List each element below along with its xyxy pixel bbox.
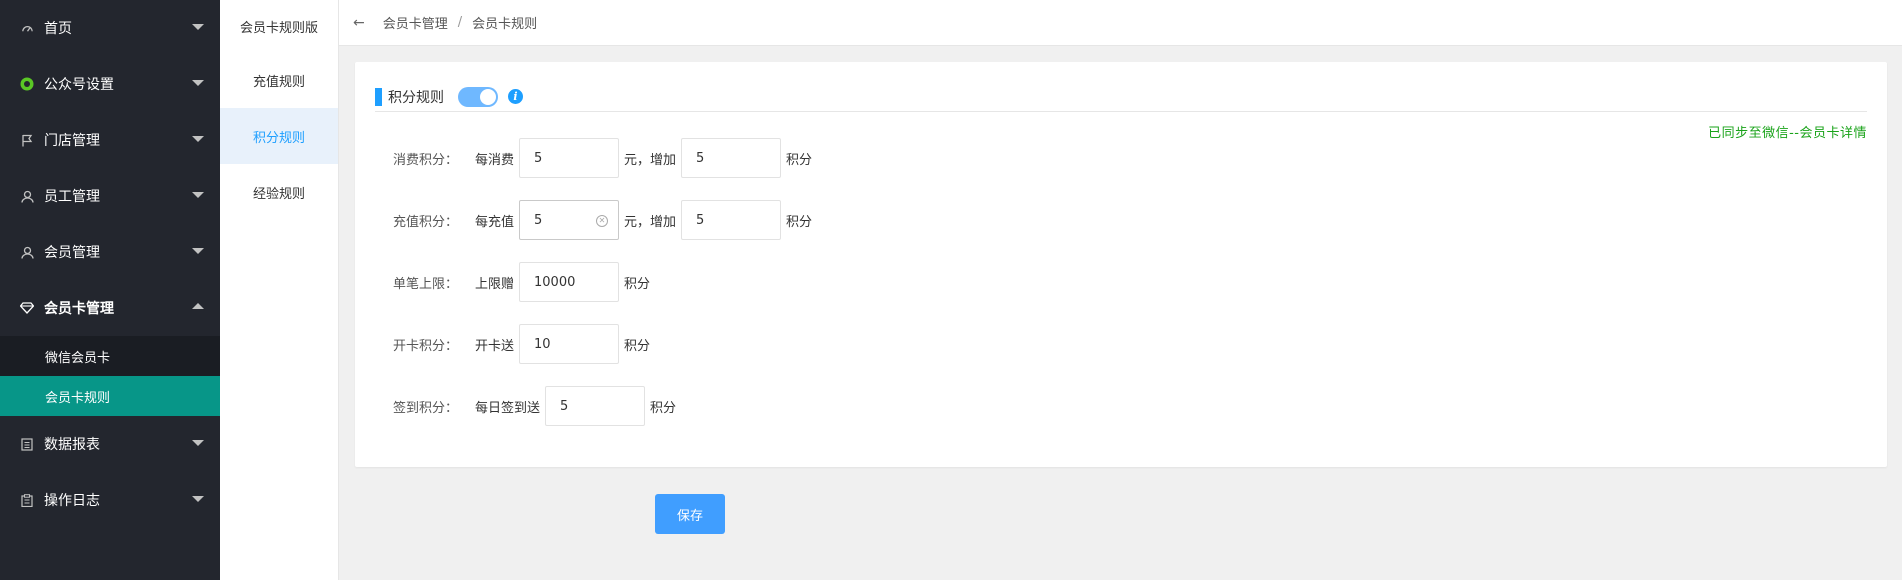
chevron-down-icon (192, 24, 204, 30)
single-limit-row: 单笔上限： 上限赠 10000 积分 (393, 262, 655, 302)
single-limit-input[interactable]: 10000 (519, 262, 620, 302)
row-prefix: 上限赠 (475, 276, 515, 292)
chevron-down-icon (192, 80, 204, 86)
chevron-down-icon (192, 496, 204, 502)
chevron-down-icon (192, 192, 204, 198)
row-mid: 元，增加 (624, 152, 677, 168)
clear-icon[interactable]: ✕ (596, 215, 609, 227)
breadcrumb: ← 会员卡管理 / 会员卡规则 (339, 0, 1902, 46)
row-label: 单笔上限： (393, 276, 459, 292)
input-value: 5 (534, 212, 543, 228)
title-accent-bar (375, 87, 382, 106)
input-value: 5 (696, 150, 705, 166)
row-prefix: 每日签到送 (475, 400, 541, 416)
recharge-points-row: 充值积分： 每充值 5 ✕ 元，增加 5 积分 (393, 200, 817, 240)
row-prefix: 每消费 (475, 152, 515, 168)
tab-points-rules[interactable]: 积分规则 (220, 108, 338, 164)
breadcrumb-parent[interactable]: 会员卡管理 (383, 13, 448, 32)
nav-sub-label: 微信会员卡 (45, 350, 111, 366)
chevron-down-icon (192, 248, 204, 254)
nav-label: 会员卡管理 (44, 301, 114, 317)
nav-label: 门店管理 (44, 133, 100, 149)
row-prefix: 每充值 (475, 214, 515, 230)
wechat-icon (20, 77, 34, 91)
arrow-left-icon[interactable]: ← (353, 15, 365, 31)
row-suffix: 积分 (786, 152, 813, 168)
nav-sub-card-rules[interactable]: 会员卡规则 (0, 376, 220, 416)
checkin-points-row: 签到积分： 每日签到送 5 积分 (393, 386, 681, 426)
nav-label: 数据报表 (44, 437, 100, 453)
nav-store-management[interactable]: 门店管理 (0, 112, 220, 168)
nav-sub-wechat-card[interactable]: 微信会员卡 (0, 336, 220, 376)
secondary-nav: 会员卡规则版 充值规则 积分规则 经验规则 (220, 0, 339, 580)
tab-recharge-rules[interactable]: 充值规则 (220, 52, 338, 108)
breadcrumb-separator: / (457, 15, 463, 30)
consume-amount-input[interactable]: 5 (519, 138, 620, 178)
row-suffix: 积分 (624, 338, 651, 354)
nav-member-management[interactable]: 会员管理 (0, 224, 220, 280)
nav-label: 公众号设置 (44, 77, 114, 93)
row-suffix: 积分 (624, 276, 651, 292)
card-header: 积分规则 i (375, 82, 1867, 112)
breadcrumb-current: 会员卡规则 (472, 17, 538, 32)
row-label: 签到积分： (393, 400, 459, 416)
row-label: 消费积分： (393, 152, 459, 168)
nav-label: 员工管理 (44, 189, 100, 205)
input-value: 10 (534, 336, 551, 352)
diamond-icon (20, 301, 34, 315)
log-icon (20, 493, 34, 507)
nav-wechat-settings[interactable]: 公众号设置 (0, 56, 220, 112)
user-icon (20, 245, 34, 259)
sync-status-text: 已同步至微信--会员卡详情 (1708, 126, 1867, 141)
chevron-up-icon (192, 303, 204, 309)
nav-sub-label: 会员卡规则 (45, 390, 111, 406)
nav-operation-log[interactable]: 操作日志 (0, 472, 220, 528)
nav-submenu: 微信会员卡 会员卡规则 (0, 336, 220, 416)
points-rules-card: 积分规则 i 已同步至微信--会员卡详情 消费积分： 每消费 5 元，增加 5 … (355, 62, 1887, 467)
chevron-down-icon (192, 136, 204, 142)
input-value: 5 (534, 150, 543, 166)
report-icon (20, 437, 34, 451)
row-label: 开卡积分： (393, 338, 459, 354)
recharge-amount-input[interactable]: 5 ✕ (519, 200, 620, 240)
secondary-nav-title: 会员卡规则版 (239, 20, 318, 36)
row-prefix: 开卡送 (475, 338, 515, 354)
save-button[interactable]: 保存 (655, 494, 725, 534)
open-card-points-row: 开卡积分： 开卡送 10 积分 (393, 324, 655, 364)
flag-icon (20, 133, 34, 147)
nav-card-management[interactable]: 会员卡管理 (0, 280, 220, 336)
tab-experience-rules[interactable]: 经验规则 (220, 164, 338, 220)
input-value: 5 (696, 212, 705, 228)
points-rules-toggle[interactable] (458, 86, 498, 107)
row-suffix: 积分 (786, 214, 813, 230)
input-value: 5 (560, 398, 569, 414)
toggle-knob (480, 88, 496, 105)
row-mid: 元，增加 (624, 214, 677, 230)
row-label: 充值积分： (393, 214, 459, 230)
checkin-points-input[interactable]: 5 (545, 386, 646, 426)
consume-points-input[interactable]: 5 (681, 138, 782, 178)
row-suffix: 积分 (650, 400, 677, 416)
nav-label: 会员管理 (44, 245, 100, 261)
input-value: 10000 (534, 274, 576, 290)
recharge-points-input[interactable]: 5 (681, 200, 782, 240)
nav-staff-management[interactable]: 员工管理 (0, 168, 220, 224)
open-card-points-input[interactable]: 10 (519, 324, 620, 364)
nav-label: 首页 (44, 21, 72, 37)
user-icon (20, 189, 34, 203)
chevron-down-icon (192, 440, 204, 446)
info-icon[interactable]: i (508, 89, 523, 104)
nav-data-reports[interactable]: 数据报表 (0, 416, 220, 472)
nav-home[interactable]: 首页 (0, 0, 220, 56)
nav-label: 操作日志 (44, 493, 100, 509)
sidebar: 首页 公众号设置 门店管理 员工管理 会员管理 会员卡管理 微信会员卡 会员卡规… (0, 0, 220, 580)
dashboard-icon (20, 21, 34, 35)
card-title: 积分规则 (388, 89, 444, 106)
consume-points-row: 消费积分： 每消费 5 元，增加 5 积分 (393, 138, 817, 178)
